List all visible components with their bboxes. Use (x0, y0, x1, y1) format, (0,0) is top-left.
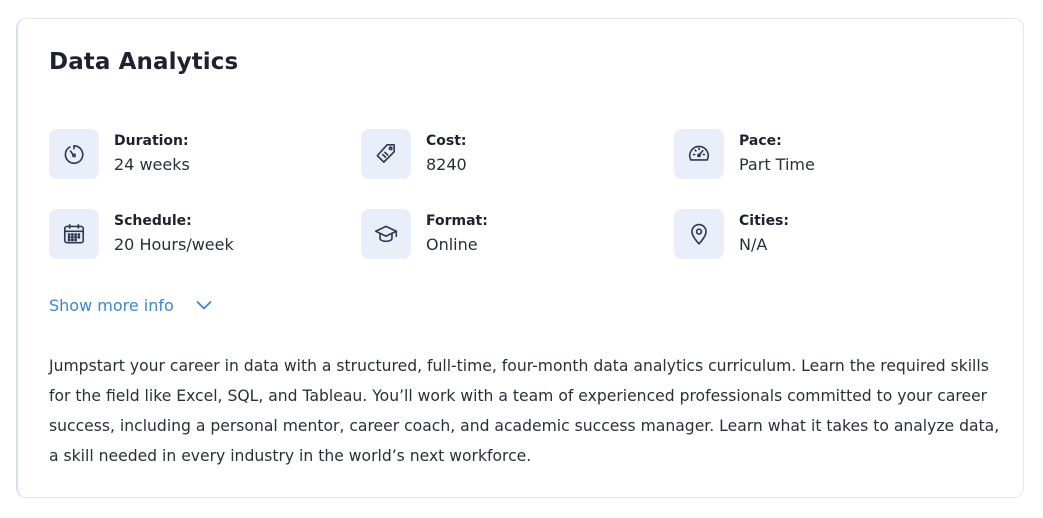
stat-value: 20 Hours/week (114, 235, 234, 254)
stat-label: Format: (426, 213, 488, 229)
stat-value: 8240 (426, 155, 467, 174)
calendar-icon (49, 209, 99, 259)
stat-value: Part Time (739, 155, 815, 174)
stat-value: N/A (739, 235, 768, 254)
map-pin-icon (674, 209, 724, 259)
stat-duration: Duration: 24 weeks (49, 129, 329, 181)
stat-format: Format: Online (361, 209, 641, 261)
stat-label: Cost: (426, 133, 467, 149)
stat-label: Pace: (739, 133, 782, 149)
show-more-info-label[interactable]: Show more info (49, 296, 174, 315)
program-description: Jumpstart your career in data with a str… (49, 357, 1000, 465)
stat-value: Online (426, 235, 478, 254)
show-more-info-toggle[interactable]: Show more info (49, 295, 214, 315)
stat-label: Schedule: (114, 213, 192, 229)
stat-label: Cities: (739, 213, 789, 229)
graduation-cap-icon (361, 209, 411, 259)
speedometer-icon (674, 129, 724, 179)
stat-schedule: Schedule: 20 Hours/week (49, 209, 329, 261)
stat-pace: Pace: Part Time (674, 129, 954, 181)
stat-value: 24 weeks (114, 155, 190, 174)
program-title: Data Analytics (49, 49, 239, 75)
timer-icon (49, 129, 99, 179)
stat-cities: Cities: N/A (674, 209, 954, 261)
stat-label: Duration: (114, 133, 189, 149)
price-tag-icon (361, 129, 411, 179)
chevron-down-icon[interactable] (194, 295, 214, 315)
program-card: Data Analytics Duration: 24 weeks Cost: … (16, 18, 1024, 498)
stat-cost: Cost: 8240 (361, 129, 641, 181)
